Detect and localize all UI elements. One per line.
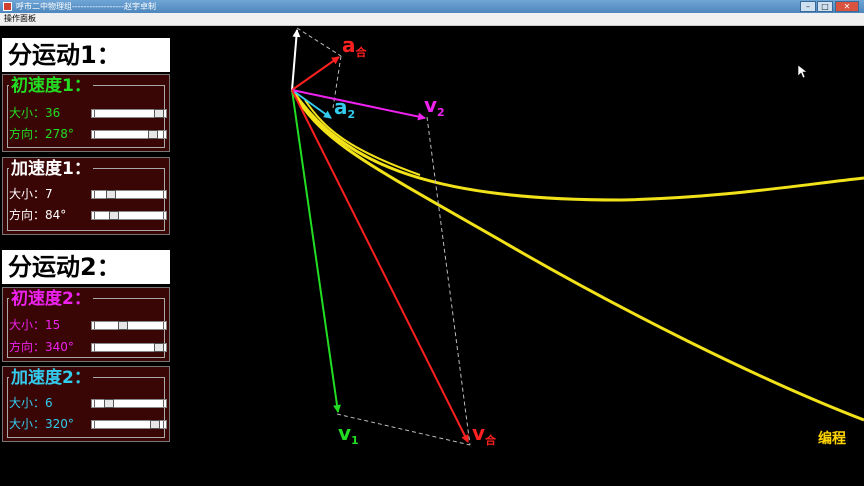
- slider-thumb[interactable]: [104, 399, 114, 408]
- motion1-acceleration-size-slider[interactable]: [91, 190, 167, 199]
- v-sum-label: v合: [472, 421, 497, 447]
- motion1-acceleration-direction-slider[interactable]: [91, 211, 167, 220]
- helper-dash-a1-asum: [296, 27, 342, 57]
- a-sum-label: a合: [342, 33, 368, 59]
- slider-thumb[interactable]: [118, 321, 128, 330]
- slider-thumb[interactable]: [154, 343, 164, 352]
- motion2-acceleration-heading: 加速度2：: [9, 367, 93, 389]
- motion2-velocity-direction-label: 方向：340°: [9, 340, 74, 354]
- motion1-velocity-size-slider[interactable]: [91, 109, 167, 118]
- title-bar: 呼市二中物理组------------------赵宇卓制 – □ ✕: [0, 0, 864, 13]
- motion2-title: 分运动2：: [2, 250, 170, 284]
- menu-bar: 操作面板: [0, 13, 864, 26]
- menu-item-control-panel[interactable]: 操作面板: [4, 13, 36, 25]
- slider-thumb[interactable]: [150, 420, 160, 429]
- motion1-velocity-heading: 初速度1：: [9, 75, 93, 97]
- a2-label: a2: [334, 95, 355, 121]
- trajectory-curve-lower: [290, 89, 864, 422]
- motion2-acceleration-size-label: 大小：6: [9, 396, 53, 410]
- close-button[interactable]: ✕: [835, 1, 859, 12]
- motion2-acceleration-direction-slider[interactable]: [91, 420, 167, 429]
- maximize-button[interactable]: □: [817, 1, 833, 12]
- motion2-acceleration-direction-label: 大小：320°: [9, 417, 74, 431]
- motion1-velocity-group: 初速度1： 大小：36 方向：278°: [2, 74, 170, 152]
- minimize-button[interactable]: –: [800, 1, 816, 12]
- motion1-acceleration-size-label: 大小：7: [9, 187, 53, 201]
- motion1-acceleration-heading: 加速度1：: [9, 158, 93, 180]
- credit-label: 编程: [818, 431, 846, 447]
- motion2-velocity-size-label: 大小：15: [9, 318, 61, 332]
- slider-thumb[interactable]: [106, 190, 116, 199]
- motion2-acceleration-group: 加速度2： 大小：6 大小：320°: [2, 366, 170, 442]
- motion2-velocity-direction-slider[interactable]: [91, 343, 167, 352]
- slider-thumb[interactable]: [148, 130, 158, 139]
- v2-label: v2: [424, 93, 445, 119]
- motion2-velocity-group: 初速度2： 大小：15 方向：340°: [2, 287, 170, 362]
- a1-vector: [291, 29, 301, 91]
- motion1-acceleration-direction-label: 方向：84°: [9, 208, 67, 222]
- motion1-acceleration-group: 加速度1： 大小：7 方向：84°: [2, 157, 170, 235]
- v1-label: v1: [338, 421, 359, 447]
- app-icon: [3, 2, 12, 11]
- helper-dash-v2-vsum: [426, 116, 471, 446]
- motion1-velocity-direction-label: 方向：278°: [9, 127, 74, 141]
- motion1-velocity-direction-slider[interactable]: [91, 130, 167, 139]
- motion2-velocity-size-slider[interactable]: [91, 321, 167, 330]
- motion2-velocity-heading: 初速度2：: [9, 288, 93, 310]
- motion2-acceleration-size-slider[interactable]: [91, 399, 167, 408]
- slider-thumb[interactable]: [109, 211, 119, 220]
- motion1-velocity-size-label: 大小：36: [9, 106, 61, 120]
- trajectory-curve-upper: [290, 89, 864, 202]
- mouse-cursor-icon: [798, 65, 808, 79]
- maximize-icon: □: [821, 2, 829, 11]
- close-icon: ✕: [843, 2, 851, 11]
- window-title: 呼市二中物理组------------------赵宇卓制: [16, 2, 156, 11]
- minimize-icon: –: [806, 2, 810, 11]
- v-sum-vector: [291, 89, 469, 443]
- motion1-title: 分运动1：: [2, 38, 170, 72]
- a-sum-vector: [291, 56, 340, 91]
- slider-thumb[interactable]: [154, 109, 164, 118]
